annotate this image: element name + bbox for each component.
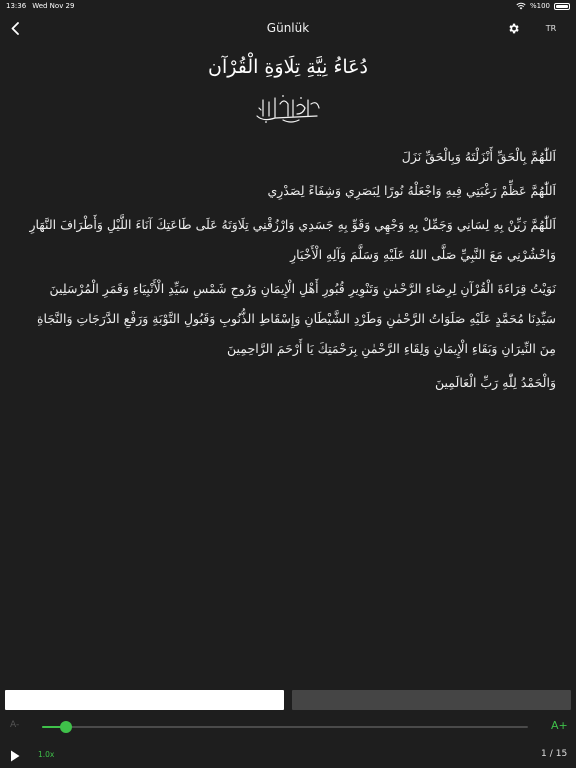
page-total: 15 — [555, 749, 568, 759]
prayer-paragraphs: اَللّٰهُمَّ بِالْحَقِّ أَنْزَلْتَهُ وَبِ… — [20, 142, 556, 398]
page-indicator: 1/15 — [541, 749, 567, 759]
page-separator: / — [549, 749, 553, 759]
battery-icon — [554, 2, 570, 10]
prayer-title: دُعَاءُ نِيَّةِ تِلَاوَةِ الْقُرْآن — [208, 56, 368, 78]
playback-bar: 1.0x 1/15 — [0, 742, 576, 766]
battery-percentage: %100 — [529, 2, 550, 10]
playback-speed-button[interactable]: 1.0x — [38, 750, 54, 759]
prayer-paragraph: نَوَيْتُ قِرَاءَةَ الْقُرْآنِ لِرِضَاءِ … — [36, 281, 556, 356]
settings-button[interactable] — [504, 18, 522, 38]
prayer-paragraph: وَالْحَمْدُ لِلّٰهِ رَبِّ الْعَالَمِينَ — [435, 375, 556, 390]
wifi-icon — [516, 2, 526, 10]
status-date: Wed Nov 29 — [32, 2, 75, 10]
prayer-paragraph: اَللّٰهُمَّ زَيِّنْ بِهِ لِسَانِي وَجَمِ… — [29, 217, 556, 262]
font-size-slider[interactable] — [42, 721, 528, 733]
language-button[interactable]: TR — [540, 18, 562, 38]
font-size-controls: A- A+ — [0, 716, 576, 738]
prayer-paragraph: اَللّٰهُمَّ عَظِّمْ رَغْبَتِي فِيهِ وَاج… — [267, 183, 556, 198]
basmala-calligraphy — [256, 95, 320, 123]
prayer-paragraph: اَللّٰهُمَّ بِالْحَقِّ أَنْزَلْتَهُ وَبِ… — [401, 149, 556, 164]
play-button[interactable] — [10, 747, 22, 762]
page-title: Günlük — [266, 21, 310, 35]
font-decrease-button[interactable]: A- — [10, 720, 19, 730]
back-button[interactable] — [6, 18, 24, 38]
status-bar: 13:36 Wed Nov 29 %100 — [0, 0, 576, 12]
font-increase-button[interactable]: A+ — [551, 719, 568, 732]
chevron-left-icon — [11, 21, 19, 35]
segment-selector-right[interactable] — [292, 690, 571, 710]
play-icon — [11, 750, 20, 762]
gear-icon — [508, 23, 519, 33]
status-time: 13:36 — [6, 2, 27, 10]
segment-selector-left[interactable] — [5, 690, 284, 710]
page-current: 1 — [541, 749, 547, 759]
font-size-slider-thumb[interactable] — [60, 721, 73, 733]
prayer-content: دُعَاءُ نِيَّةِ تِلَاوَةِ الْقُرْآن اَلل… — [20, 50, 556, 670]
navigation-bar: Günlük TR — [0, 14, 576, 42]
